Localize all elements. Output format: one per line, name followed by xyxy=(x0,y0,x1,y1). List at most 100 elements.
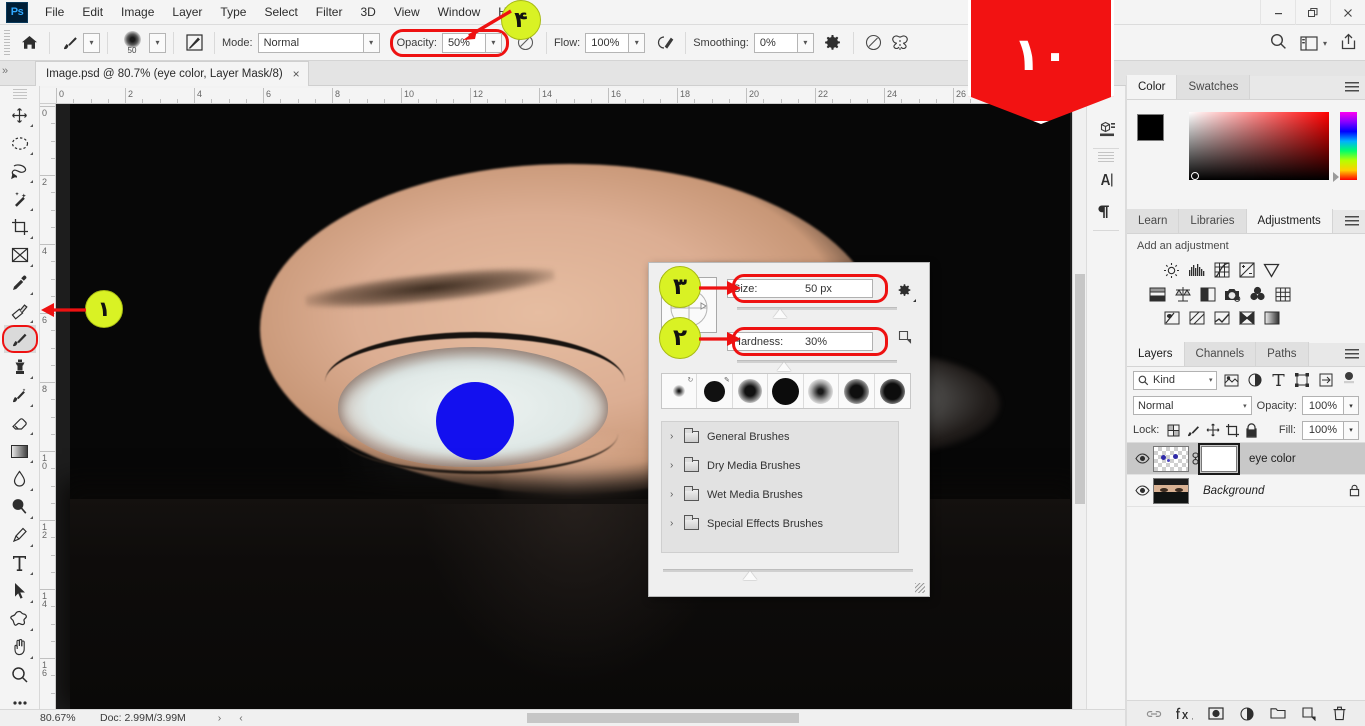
chevron-down-icon[interactable]: ▾ xyxy=(628,32,646,53)
exposure-icon[interactable] xyxy=(1234,258,1259,282)
history-brush-tool[interactable] xyxy=(4,381,36,409)
menu-image[interactable]: Image xyxy=(112,2,163,22)
brush-size-slider[interactable] xyxy=(737,307,897,310)
lock-position-icon[interactable] xyxy=(1204,420,1221,440)
dock-grip[interactable] xyxy=(1098,152,1114,162)
levels-icon[interactable] xyxy=(1184,258,1209,282)
crop-tool[interactable] xyxy=(4,213,36,241)
hue-saturation-icon[interactable] xyxy=(1145,282,1170,306)
move-tool[interactable] xyxy=(4,101,36,129)
brush-preset-icon[interactable] xyxy=(57,30,83,56)
paragraph-icon[interactable] xyxy=(1091,198,1121,226)
pressure-size-icon[interactable] xyxy=(861,30,887,56)
brush-preset-caret[interactable]: ▾ xyxy=(83,32,100,53)
smoothing-value[interactable]: 0% xyxy=(753,32,797,53)
tab-paths[interactable]: Paths xyxy=(1256,342,1309,366)
tab-color[interactable]: Color xyxy=(1127,75,1178,99)
smartobject-filter-icon[interactable] xyxy=(1316,370,1336,390)
tab-swatches[interactable]: Swatches xyxy=(1177,75,1251,99)
minimize-button[interactable] xyxy=(1260,0,1295,25)
chevron-down-icon[interactable]: ▾ xyxy=(1323,39,1327,48)
menu-3d[interactable]: 3D xyxy=(351,2,384,22)
layer-thumbnail[interactable] xyxy=(1153,445,1189,472)
menu-file[interactable]: File xyxy=(36,2,73,22)
tab-layers[interactable]: Layers xyxy=(1127,342,1185,366)
resize-grip-icon[interactable] xyxy=(915,583,925,593)
preset-soft-round-45[interactable] xyxy=(804,374,840,408)
chevron-right-icon[interactable]: › xyxy=(670,431,684,442)
zoom-tool[interactable] xyxy=(4,661,36,689)
hue-slider-cursor[interactable] xyxy=(1333,172,1339,182)
lock-image-icon[interactable] xyxy=(1185,420,1202,440)
chevron-right-icon[interactable]: › xyxy=(670,489,684,500)
canvas-horizontal-scrollbar[interactable] xyxy=(272,711,1082,725)
tab-channels[interactable]: Channels xyxy=(1184,342,1257,366)
brush-folder-general[interactable]: › General Brushes xyxy=(662,422,898,451)
scroll-thumb[interactable] xyxy=(527,713,799,723)
curves-icon[interactable] xyxy=(1209,258,1234,282)
brush-size-preview[interactable]: 50 xyxy=(115,28,149,58)
shape-tool[interactable] xyxy=(4,605,36,633)
lock-all-icon[interactable] xyxy=(1243,420,1260,440)
flow-value[interactable]: 100% xyxy=(585,32,629,53)
brush-preset-picker[interactable]: Size: 50 px Hardness: 30% ↻ ✎ › General … xyxy=(648,262,930,597)
gear-icon[interactable] xyxy=(820,30,846,56)
chevron-right-icon[interactable]: › xyxy=(670,518,684,529)
brush-folder-list[interactable]: › General Brushes › Dry Media Brushes › … xyxy=(661,421,899,553)
scroll-thumb[interactable] xyxy=(1075,274,1085,504)
layer-fill-field[interactable]: 100% ▾ xyxy=(1301,420,1359,440)
chevron-down-icon[interactable]: ▾ xyxy=(1343,420,1359,440)
layer-kind-filter[interactable]: Kind ▾ xyxy=(1133,370,1218,390)
adjustment-filter-icon[interactable] xyxy=(1245,370,1265,390)
chevron-double-right-icon[interactable]: » xyxy=(2,65,8,77)
close-button[interactable] xyxy=(1330,0,1365,25)
marquee-tool[interactable] xyxy=(4,129,36,157)
tab-learn[interactable]: Learn xyxy=(1127,209,1180,233)
home-icon[interactable] xyxy=(16,30,42,56)
new-group-icon[interactable] xyxy=(1269,705,1287,723)
brush-folder-wet-media[interactable]: › Wet Media Brushes xyxy=(662,480,898,509)
mode-value[interactable]: Normal xyxy=(257,32,363,53)
workspace-switcher[interactable]: ▾ xyxy=(1300,35,1327,51)
character-icon[interactable] xyxy=(1091,166,1121,194)
add-mask-icon[interactable] xyxy=(1207,705,1225,723)
color-balance-icon[interactable] xyxy=(1170,282,1195,306)
preset-soft-round-65[interactable] xyxy=(839,374,875,408)
menu-select[interactable]: Select xyxy=(255,2,306,22)
chevron-right-icon[interactable]: › xyxy=(186,712,222,724)
preset-soft-round-100[interactable] xyxy=(875,374,910,408)
hue-slider[interactable] xyxy=(1340,112,1357,180)
brush-hardness-slider-thumb[interactable] xyxy=(777,362,791,371)
preset-soft-round-30[interactable] xyxy=(733,374,769,408)
mode-select[interactable]: Normal ▾ xyxy=(257,32,380,53)
smoothing-select[interactable]: 0% ▾ xyxy=(753,32,814,53)
search-icon[interactable] xyxy=(1270,33,1287,53)
chevron-right-icon[interactable]: › xyxy=(670,460,684,471)
brush-size-slider-thumb[interactable] xyxy=(773,309,787,318)
gear-icon[interactable] xyxy=(897,283,916,302)
type-filter-icon[interactable] xyxy=(1269,370,1289,390)
tab-libraries[interactable]: Libraries xyxy=(1179,209,1247,233)
path-selection-tool[interactable] xyxy=(4,577,36,605)
posterize-icon[interactable] xyxy=(1184,306,1209,330)
clone-stamp-tool[interactable] xyxy=(4,353,36,381)
chevron-down-icon[interactable]: ▾ xyxy=(1344,396,1359,415)
airbrush-icon[interactable] xyxy=(652,30,678,56)
menu-filter[interactable]: Filter xyxy=(307,2,352,22)
new-layer-icon[interactable] xyxy=(1300,705,1318,723)
toolbar-grip[interactable] xyxy=(12,89,27,99)
adjustment-layer-icon[interactable] xyxy=(1238,705,1256,723)
brush-preset-strip[interactable]: ↻ ✎ xyxy=(661,373,911,409)
preset-hard-round-pressure[interactable]: ✎ xyxy=(697,374,733,408)
layer-thumbnail[interactable] xyxy=(1153,477,1189,504)
color-field-cursor[interactable] xyxy=(1191,172,1199,180)
close-icon[interactable]: × xyxy=(293,67,300,81)
vibrance-icon[interactable] xyxy=(1259,258,1284,282)
invert-icon[interactable] xyxy=(1159,306,1184,330)
dodge-tool[interactable] xyxy=(4,493,36,521)
color-field[interactable] xyxy=(1189,112,1329,180)
tab-adjustments[interactable]: Adjustments xyxy=(1246,209,1333,233)
panel-menu-icon[interactable] xyxy=(1345,82,1359,93)
menu-edit[interactable]: Edit xyxy=(73,2,112,22)
preset-hard-round-50[interactable] xyxy=(768,374,804,408)
